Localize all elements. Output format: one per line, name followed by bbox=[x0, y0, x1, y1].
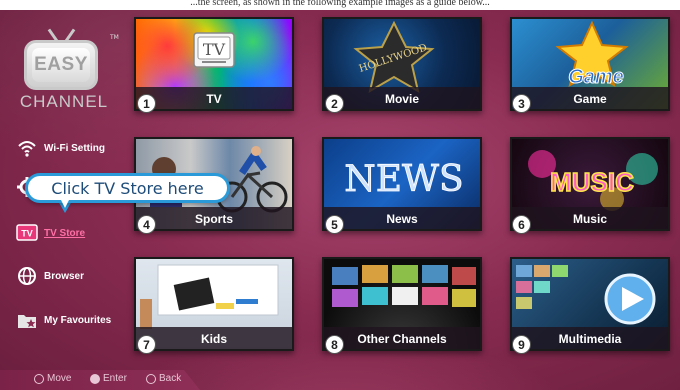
tile-number-badge: 2 bbox=[325, 94, 344, 113]
tile-number-badge: 3 bbox=[512, 94, 531, 113]
sidebar-item-my-favourites[interactable]: My Favourites bbox=[16, 309, 111, 331]
hint-label: Move bbox=[47, 373, 72, 384]
tile-multimedia[interactable]: Multimedia bbox=[510, 257, 670, 351]
sidebar-item-tv-store[interactable]: TV TV Store bbox=[16, 222, 85, 244]
tv-art-text: TV bbox=[203, 40, 226, 59]
sidebar-item-label: Browser bbox=[44, 270, 85, 282]
tile-game[interactable]: Game Game bbox=[510, 17, 670, 111]
hint-label: Back bbox=[159, 373, 182, 384]
sidebar-item-label: My Favourites bbox=[44, 314, 112, 326]
tile-label: Music bbox=[572, 212, 607, 226]
logo-mark: EASY bbox=[32, 48, 90, 82]
tile-kids[interactable]: Kids bbox=[134, 257, 294, 351]
dpad-icon bbox=[34, 373, 44, 384]
game-art-text: Game bbox=[568, 66, 624, 88]
tile-label: Movie bbox=[384, 92, 419, 106]
tile-music[interactable]: MUSIC Music bbox=[510, 137, 670, 231]
tv-store-icon: TV bbox=[16, 222, 38, 244]
tile-number-badge: 1 bbox=[137, 94, 156, 113]
tile-label: Game bbox=[573, 92, 607, 106]
caption-text: ...the screen, as shown in the following… bbox=[190, 0, 490, 8]
tv-store-icon-text: TV bbox=[21, 229, 33, 239]
easy-channel-logo: EASY TM CHANNEL bbox=[14, 28, 126, 118]
hint-back: Back bbox=[146, 373, 181, 384]
favourites-icon bbox=[16, 309, 38, 331]
hint-enter: Enter bbox=[90, 373, 127, 384]
sidebar-item-browser[interactable]: Browser bbox=[16, 265, 84, 287]
callout-bubble: Click TV Store here bbox=[25, 173, 230, 203]
tile-label: Sports bbox=[194, 212, 233, 226]
logo-trademark: TM bbox=[110, 34, 119, 41]
logo-tv-frame: EASY bbox=[24, 40, 98, 90]
tile-label: Multimedia bbox=[558, 332, 622, 346]
back-icon bbox=[146, 373, 156, 384]
ok-icon bbox=[90, 373, 100, 384]
sidebar-item-label: Wi-Fi Setting bbox=[44, 142, 106, 154]
tile-label: TV bbox=[206, 92, 222, 106]
tile-label: News bbox=[386, 212, 418, 226]
sidebar-item-wifi-setting[interactable]: Wi-Fi Setting bbox=[16, 137, 105, 159]
globe-icon bbox=[16, 265, 38, 287]
logo-name: CHANNEL bbox=[19, 92, 109, 111]
hint-label: Enter bbox=[103, 373, 127, 384]
tile-number-badge: 8 bbox=[325, 335, 344, 354]
news-art-text: NEWS bbox=[344, 159, 463, 200]
tile-number-badge: 6 bbox=[512, 215, 531, 234]
tile-news[interactable]: NEWS News bbox=[322, 137, 482, 231]
tile-tv[interactable]: TV TV bbox=[134, 17, 294, 111]
tile-number-badge: 7 bbox=[137, 335, 156, 354]
tile-number-badge: 9 bbox=[512, 335, 531, 354]
tile-other-channels[interactable]: Other Channels bbox=[322, 257, 482, 351]
tile-number-badge: 4 bbox=[137, 215, 156, 234]
wifi-icon bbox=[16, 137, 38, 159]
top-caption-strip: ...the screen, as shown in the following… bbox=[0, 0, 680, 10]
sidebar-item-label: TV Store bbox=[44, 227, 86, 239]
hint-move: Move bbox=[34, 373, 71, 384]
callout-pointer-inner bbox=[61, 200, 69, 208]
music-art-text: MUSIC bbox=[550, 167, 634, 197]
tile-movie[interactable]: HOLLYWOOD Movie bbox=[322, 17, 482, 111]
tile-number-badge: 5 bbox=[325, 215, 344, 234]
tile-label: Other Channels bbox=[357, 332, 447, 346]
tile-label: Kids bbox=[200, 332, 227, 346]
